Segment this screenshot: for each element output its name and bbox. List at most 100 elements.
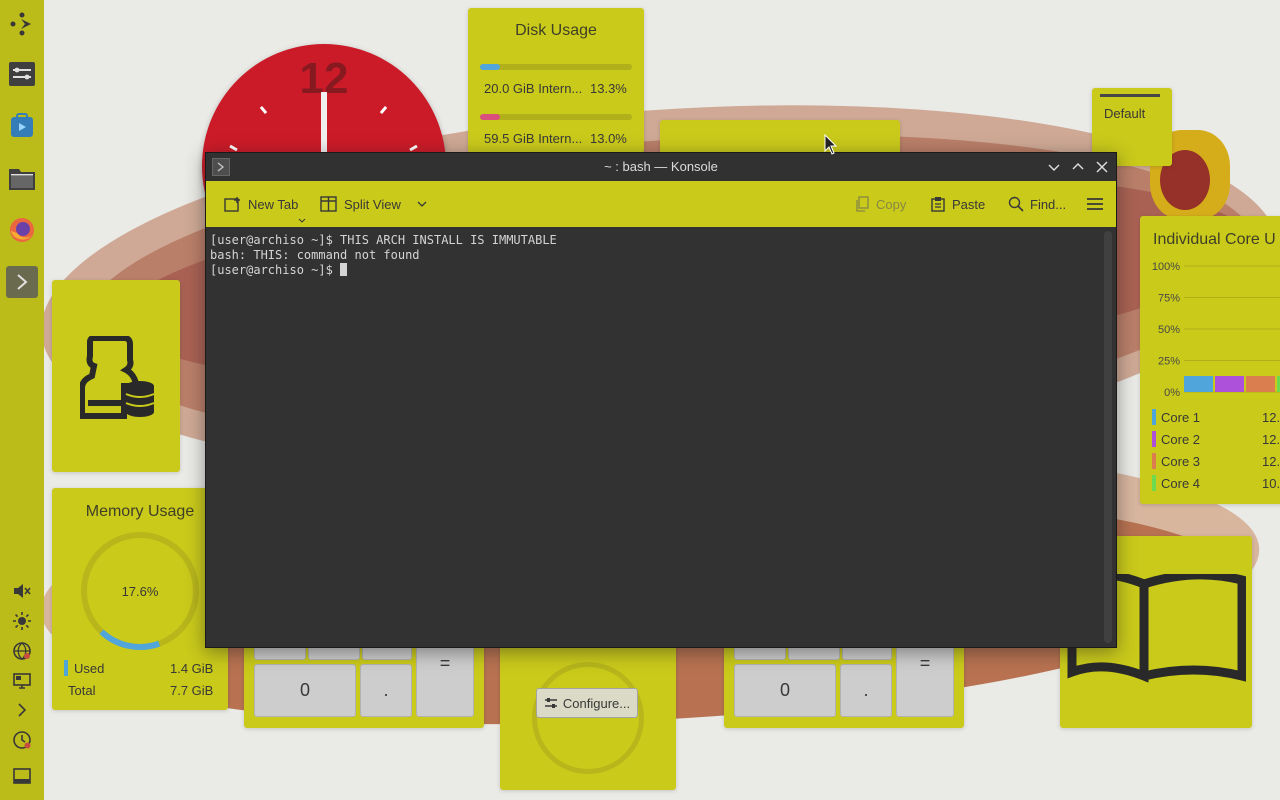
konsole-title: ~ : bash — Konsole — [604, 159, 718, 174]
minimize-button[interactable] — [1044, 157, 1064, 177]
calc-left-key-equals[interactable]: = — [416, 640, 474, 717]
terminal-line: bash: THIS: command not found — [210, 248, 420, 262]
disk-1-bar — [480, 64, 632, 70]
core-usage-y-tick: 100% — [1152, 261, 1180, 273]
core-legend-row: Core 1 12. — [1152, 409, 1280, 425]
disk-1-label: 20.0 GiB Intern... — [484, 81, 583, 96]
memory-usage-title: Memory Usage — [85, 503, 195, 520]
terminal-prompt-line: [user@archiso ~]$ — [210, 263, 1098, 278]
core-legend-row: Core 3 12. — [1152, 453, 1280, 469]
terminal-scrollbar[interactable] — [1104, 231, 1112, 643]
disk-1-percent: 13.3% — [590, 81, 627, 96]
volume-muted-icon[interactable] — [6, 575, 38, 607]
core-legend-value: 10. — [1262, 476, 1280, 491]
calc-right-key-zero[interactable]: 0 — [734, 664, 836, 717]
core-legend-value: 12. — [1262, 410, 1280, 425]
core-usage-chart: 100% 75% 50% 25% 0% — [1152, 261, 1280, 399]
find-label: Find... — [1030, 196, 1067, 212]
core-legend-value: 12. — [1262, 454, 1280, 469]
file-manager-icon[interactable] — [6, 162, 38, 194]
core-usage-title: Individual Core U — [1153, 231, 1276, 248]
clock-tick-left — [259, 105, 268, 115]
clock-tick-right2 — [409, 144, 418, 152]
configure-widget: Configure... — [500, 640, 676, 790]
discover-store-icon[interactable] — [6, 110, 38, 142]
configure-icon — [544, 698, 557, 708]
konsole-window[interactable]: ~ : bash — Konsole New Tab Split View Co… — [205, 152, 1117, 648]
calculator-widget-right: = 0 . — [724, 640, 964, 728]
split-view-label: Split View — [344, 196, 401, 212]
core-usage-bar-2 — [1215, 376, 1244, 392]
calc-right-key-dot[interactable]: . — [840, 664, 892, 717]
copy-label: Copy — [876, 196, 907, 212]
application-launcher-icon[interactable] — [6, 8, 38, 40]
memory-used-swatch — [64, 660, 68, 676]
network-icon[interactable] — [6, 635, 38, 667]
calc-left-key-zero[interactable]: 0 — [254, 664, 356, 717]
clock-tick-left2 — [229, 144, 238, 152]
calc-left-key-dot[interactable]: . — [360, 664, 412, 717]
hamburger-menu-button[interactable] — [1082, 189, 1108, 219]
hamburger-menu-icon — [1087, 198, 1103, 210]
new-tab-dropdown-indicator[interactable] — [298, 211, 306, 223]
split-view-icon — [320, 196, 337, 212]
new-tab-label: New Tab — [248, 196, 299, 212]
copy-icon — [856, 196, 869, 212]
calc-right-key-equals[interactable]: = — [896, 640, 954, 717]
calculator-widget-left: = 0 . — [244, 640, 484, 728]
core-legend-value: 12. — [1262, 432, 1280, 447]
activity-label: Default — [1104, 106, 1146, 121]
terminal-area[interactable]: [user@archiso ~]$ THIS ARCH INSTALL IS I… — [206, 227, 1102, 647]
core-usage-y-tick: 0% — [1164, 387, 1180, 399]
clock-tick-right — [379, 105, 388, 115]
konsole-titlebar[interactable]: ~ : bash — Konsole — [206, 153, 1116, 181]
core-legend-swatch — [1152, 409, 1156, 425]
clock-tray-icon[interactable] — [6, 724, 38, 756]
core-usage-y-tick: 75% — [1158, 293, 1180, 305]
new-tab-button[interactable]: New Tab — [220, 189, 302, 219]
memory-percent: 17.6% — [121, 584, 159, 599]
core-legend-swatch — [1152, 475, 1156, 491]
core-usage-y-tick: 25% — [1158, 356, 1180, 368]
disk-2-label: 59.5 GiB Intern... — [484, 131, 583, 146]
database-user-widget[interactable] — [52, 280, 180, 472]
brightness-icon[interactable] — [6, 605, 38, 637]
core-usage-y-tick: 50% — [1158, 324, 1180, 336]
activity-bar — [1100, 94, 1160, 97]
core-legend-swatch — [1152, 453, 1156, 469]
disk-1-bar-fill — [480, 64, 500, 70]
core-legend-row: Core 2 12. — [1152, 431, 1280, 447]
database-user-icon — [80, 336, 155, 419]
maximize-icon — [1072, 163, 1084, 170]
disk-2-percent: 13.0% — [590, 131, 627, 146]
minimize-icon — [1048, 164, 1060, 171]
close-button[interactable] — [1092, 157, 1112, 177]
memory-usage-widget: Memory Usage 17.6% Used 1.4 GiB Total 7.… — [52, 488, 228, 710]
memory-used-value: 1.4 GiB — [170, 661, 214, 676]
terminal-prompt: [user@archiso ~]$ — [210, 263, 341, 277]
configure-ring — [532, 662, 644, 774]
konsole-toolbar: New Tab Split View Copy Paste Find... — [206, 181, 1116, 227]
disk-2-bar — [480, 114, 632, 120]
split-view-chevron-down-icon[interactable] — [415, 199, 429, 209]
firefox-icon[interactable] — [6, 214, 38, 246]
core-legend-swatch — [1152, 431, 1156, 447]
paste-button[interactable]: Paste — [926, 189, 989, 219]
close-icon — [1096, 161, 1108, 173]
copy-button[interactable]: Copy — [850, 189, 910, 219]
terminal-line: [user@archiso ~]$ THIS ARCH INSTALL IS I… — [210, 233, 557, 247]
configure-button[interactable]: Configure... — [536, 688, 638, 718]
core-legend-label: Core 2 — [1161, 432, 1201, 447]
terminal-cursor — [340, 263, 348, 276]
display-configuration-icon[interactable] — [6, 665, 38, 697]
split-view-button[interactable]: Split View — [316, 189, 433, 219]
show-desktop-icon[interactable] — [6, 760, 38, 792]
system-settings-icon[interactable] — [6, 58, 38, 90]
expand-tray-chevron-icon[interactable] — [6, 694, 38, 726]
left-panel — [0, 0, 44, 800]
configure-button-label: Configure... — [562, 695, 631, 711]
maximize-button[interactable] — [1068, 157, 1088, 177]
core-legend-label: Core 4 — [1161, 476, 1201, 491]
find-button[interactable]: Find... — [1004, 189, 1070, 219]
konsole-task-icon[interactable] — [6, 266, 38, 298]
